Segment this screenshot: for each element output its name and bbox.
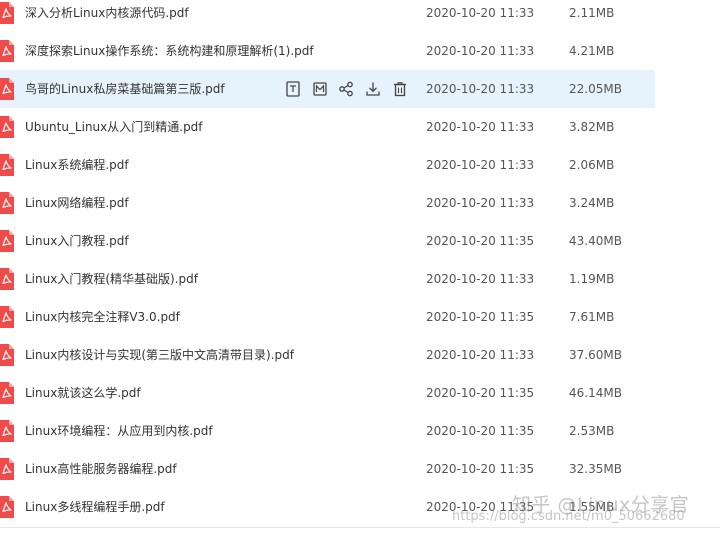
file-list: 深入分析Linux内核源代码.pdf 2020-10-20 11:33 2.11MB… — [0, 0, 720, 534]
bottom-divider — [0, 527, 720, 528]
preview-icon[interactable] — [284, 80, 302, 98]
file-date: 2020-10-20 11:33 — [426, 196, 535, 210]
pdf-file-icon — [0, 344, 14, 366]
file-date: 2020-10-20 11:35 — [426, 310, 535, 324]
file-name[interactable]: Linux内核设计与实现(第三版中文高清带目录).pdf — [25, 336, 294, 374]
file-size: 1.19MB — [569, 272, 615, 286]
file-name[interactable]: Linux入门教程.pdf — [25, 222, 129, 260]
file-name[interactable]: 鸟哥的Linux私房菜基础篇第三版.pdf — [25, 70, 225, 108]
file-date: 2020-10-20 11:35 — [426, 234, 535, 248]
file-row[interactable]: Linux内核设计与实现(第三版中文高清带目录).pdf 2020-10-20 1… — [0, 336, 720, 374]
file-row[interactable]: Linux入门教程(精华基础版).pdf 2020-10-20 11:33 1.19… — [0, 260, 720, 298]
file-name[interactable]: Ubuntu_Linux从入门到精通.pdf — [25, 108, 203, 146]
file-date: 2020-10-20 11:33 — [426, 82, 535, 96]
file-row[interactable]: 鸟哥的Linux私房菜基础篇第三版.pdf 2020-10-20 11:33 22.… — [0, 70, 720, 108]
pdf-file-icon — [0, 306, 14, 328]
file-name[interactable]: Linux内核完全注释V3.0.pdf — [25, 298, 180, 336]
file-row[interactable]: Linux入门教程.pdf 2020-10-20 11:35 43.40MB — [0, 222, 720, 260]
file-row[interactable]: Linux内核完全注释V3.0.pdf 2020-10-20 11:35 7.61M… — [0, 298, 720, 336]
file-size: 22.05MB — [569, 82, 622, 96]
file-size: 2.53MB — [569, 424, 615, 438]
file-name[interactable]: 深入分析Linux内核源代码.pdf — [25, 0, 189, 32]
file-size: 4.21MB — [569, 44, 615, 58]
watermark-url: https://blog.csdn.net/m0_50662680 — [452, 509, 685, 524]
file-date: 2020-10-20 11:35 — [426, 386, 535, 400]
file-size: 7.61MB — [569, 310, 615, 324]
file-date: 2020-10-20 11:33 — [426, 6, 535, 20]
pdf-file-icon — [0, 458, 14, 480]
file-row[interactable]: Linux就该这么学.pdf 2020-10-20 11:35 46.14MB — [0, 374, 720, 412]
pdf-file-icon — [0, 2, 14, 24]
download-icon[interactable] — [364, 80, 382, 98]
file-date: 2020-10-20 11:33 — [426, 272, 535, 286]
file-name[interactable]: Linux入门教程(精华基础版).pdf — [25, 260, 198, 298]
pdf-file-icon — [0, 420, 14, 442]
file-size: 32.35MB — [569, 462, 622, 476]
file-name[interactable]: Linux多线程编程手册.pdf — [25, 488, 165, 526]
file-row[interactable]: Linux网络编程.pdf 2020-10-20 11:33 3.24MB — [0, 184, 720, 222]
file-size: 3.24MB — [569, 196, 615, 210]
file-date: 2020-10-20 11:35 — [426, 424, 535, 438]
file-size: 37.60MB — [569, 348, 622, 362]
file-size: 43.40MB — [569, 234, 622, 248]
file-date: 2020-10-20 11:35 — [426, 462, 535, 476]
file-row[interactable]: 深度探索Linux操作系统：系统构建和原理解析(1).pdf 2020-10-20… — [0, 32, 720, 70]
file-row[interactable]: Linux系统编程.pdf 2020-10-20 11:33 2.06MB — [0, 146, 720, 184]
pdf-file-icon — [0, 268, 14, 290]
share-icon[interactable] — [337, 80, 355, 98]
pdf-file-icon — [0, 382, 14, 404]
pdf-file-icon — [0, 154, 14, 176]
save-to-drive-icon[interactable] — [311, 80, 329, 98]
file-name[interactable]: Linux系统编程.pdf — [25, 146, 129, 184]
file-row[interactable]: Ubuntu_Linux从入门到精通.pdf 2020-10-20 11:33 3.… — [0, 108, 720, 146]
file-size: 2.11MB — [569, 6, 615, 20]
file-row[interactable]: 深入分析Linux内核源代码.pdf 2020-10-20 11:33 2.11MB — [0, 0, 720, 32]
file-name[interactable]: Linux网络编程.pdf — [25, 184, 129, 222]
file-name[interactable]: Linux就该这么学.pdf — [25, 374, 141, 412]
file-name[interactable]: 深度探索Linux操作系统：系统构建和原理解析(1).pdf — [25, 32, 314, 70]
file-date: 2020-10-20 11:33 — [426, 120, 535, 134]
file-name[interactable]: Linux环境编程：从应用到内核.pdf — [25, 412, 213, 450]
file-size: 3.82MB — [569, 120, 615, 134]
file-size: 2.06MB — [569, 158, 615, 172]
pdf-file-icon — [0, 116, 14, 138]
pdf-file-icon — [0, 78, 14, 100]
file-date: 2020-10-20 11:33 — [426, 348, 535, 362]
file-date: 2020-10-20 11:33 — [426, 158, 535, 172]
delete-icon[interactable] — [391, 80, 409, 98]
pdf-file-icon — [0, 496, 14, 518]
file-date: 2020-10-20 11:33 — [426, 44, 535, 58]
file-row[interactable]: Linux环境编程：从应用到内核.pdf 2020-10-20 11:35 2.53… — [0, 412, 720, 450]
pdf-file-icon — [0, 192, 14, 214]
file-name[interactable]: Linux高性能服务器编程.pdf — [25, 450, 177, 488]
pdf-file-icon — [0, 230, 14, 252]
file-row[interactable]: Linux高性能服务器编程.pdf 2020-10-20 11:35 32.35MB — [0, 450, 720, 488]
file-size: 46.14MB — [569, 386, 622, 400]
pdf-file-icon — [0, 40, 14, 62]
